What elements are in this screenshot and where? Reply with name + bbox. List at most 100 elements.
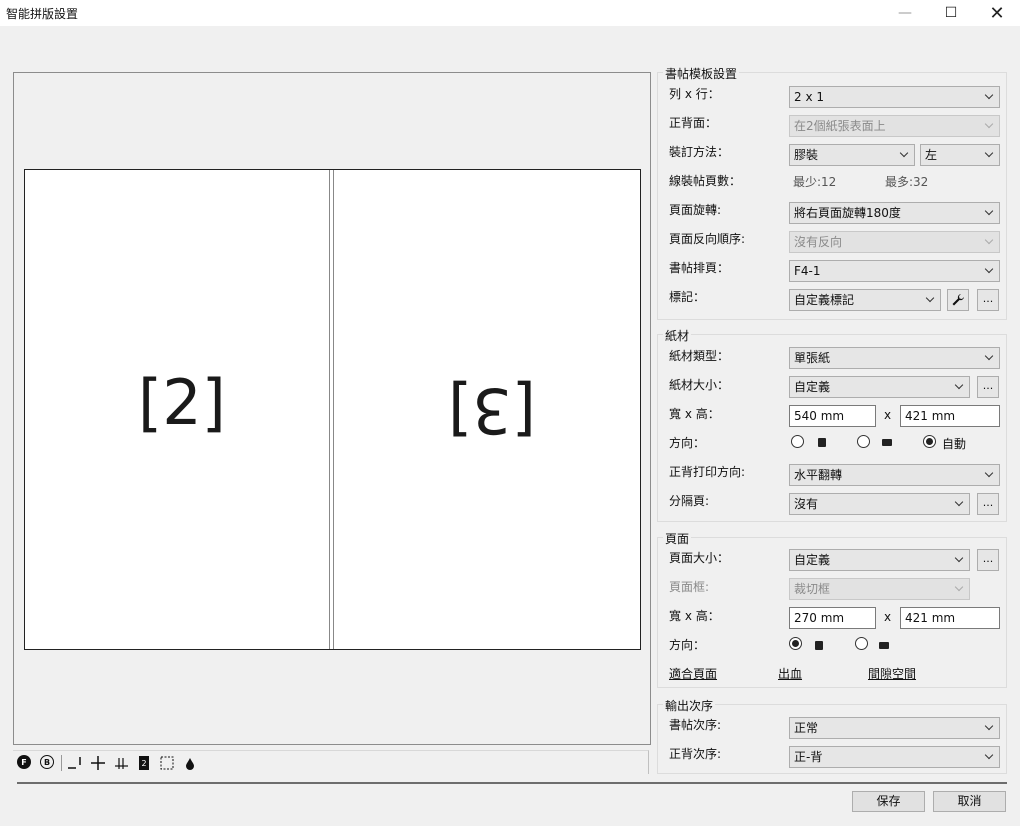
marks-more-button[interactable]: ... [977,289,999,311]
reverse-order-select: 沒有反向 [789,231,1000,253]
imposition-value: F4-1 [794,264,821,278]
front-back-order-value: 正-背 [794,750,823,764]
toolbar-divider [61,755,62,771]
page-box-label: 頁面框: [669,580,710,594]
signature-template-group-label: 書帖模板設置 [663,65,740,82]
sewn-pages-label: 線裝帖頁數： [669,174,742,188]
fold-line [329,170,334,649]
page-portrait-radio[interactable] [789,637,802,650]
signature-order-label: 書帖次序: [669,718,722,732]
separator-label: 分隔頁: [669,494,710,508]
page-box-value: 裁切框 [794,582,831,596]
window-title: 智能拼版設置 [6,7,79,21]
chevron-down-icon [983,747,995,767]
marks-select[interactable]: 自定義標記 [789,289,941,311]
paper-auto-radio[interactable] [923,435,936,448]
separator-value: 沒有 [794,497,819,511]
chevron-down-icon [983,203,995,223]
binding-side-value: 左 [925,148,938,162]
fit-page-link[interactable]: 適合頁面 [669,665,717,682]
page-landscape-radio[interactable] [855,637,868,650]
binding-method-select[interactable]: 膠裝 [789,144,915,166]
page-number-icon[interactable]: 2 [138,755,150,771]
chevron-down-icon [983,116,995,136]
chevron-down-icon [983,348,995,368]
svg-text:2: 2 [141,759,146,768]
imposition-select[interactable]: F4-1 [789,260,1000,282]
page-size-more-button[interactable]: ... [977,549,999,571]
portrait-icon [815,641,823,650]
fold-marks-icon[interactable] [114,755,130,771]
duplex-select: 在2個紙張表面上 [789,115,1000,137]
color-drop-icon[interactable] [184,755,196,771]
marks-value: 自定義標記 [794,293,855,307]
separator-select[interactable]: 沒有 [789,493,970,515]
page-box-select: 裁切框 [789,578,970,600]
preview-toolbar [13,750,649,774]
page-height-input[interactable]: 421 mm [900,607,1000,629]
gap-space-link[interactable]: 間隙空間 [868,665,916,682]
binding-method-value: 膠裝 [794,148,819,162]
paper-type-select[interactable]: 單張紙 [789,347,1000,369]
paper-width-input[interactable]: 540 mm [789,405,876,427]
separator-more-button[interactable]: ... [977,493,999,515]
bleed-link[interactable]: 出血 [778,665,802,682]
wrench-icon [952,294,964,306]
front-side-icon[interactable]: F [17,755,31,769]
paper-type-value: 單張紙 [794,351,831,365]
paper-height-input[interactable]: 421 mm [900,405,1000,427]
paper-size-select[interactable]: 自定義 [789,376,970,398]
reverse-order-label: 頁面反向順序: [669,232,746,246]
chevron-down-icon [983,87,995,107]
chevron-down-icon [898,145,910,165]
sewn-max: 最多:32 [885,175,929,189]
save-button[interactable]: 保存 [852,791,925,812]
page-width-input[interactable]: 270 mm [789,607,876,629]
signature-order-select[interactable]: 正常 [789,717,1000,739]
chevron-down-icon [983,718,995,738]
paper-orientation-label: 方向： [669,436,706,450]
right-page-number: [3] [448,374,536,447]
imposition-label: 書帖排頁： [669,261,730,275]
rows-cols-value: 2 x 1 [794,90,824,104]
close-button[interactable]: ✕ [974,0,1020,26]
chevron-down-icon [983,232,995,252]
maximize-button[interactable]: ☐ [928,0,974,26]
duplex-value: 在2個紙張表面上 [794,119,886,133]
trim-marks-icon[interactable] [66,755,84,771]
back-side-icon[interactable]: B [40,755,54,769]
bleed-box-icon[interactable] [159,755,175,771]
paper-auto-label: 自動 [942,437,967,451]
chevron-down-icon [983,261,995,281]
paper-portrait-radio[interactable] [791,435,804,448]
paper-size-more-button[interactable]: ... [977,376,999,398]
paper-type-label: 紙材類型： [669,349,730,363]
front-back-order-label: 正背次序: [669,747,722,761]
minimize-button[interactable]: — [882,0,928,26]
page-rotation-label: 頁面旋轉: [669,203,722,217]
landscape-icon [882,439,892,446]
crosshair-icon[interactable] [90,755,106,771]
chevron-down-icon [953,550,965,570]
duplex-direction-select[interactable]: 水平翻轉 [789,464,1000,486]
duplex-direction-value: 水平翻轉 [794,468,843,482]
cancel-button[interactable]: 取消 [933,791,1006,812]
rows-cols-select[interactable]: 2 x 1 [789,86,1000,108]
binding-label: 裝訂方法： [669,145,730,159]
chevron-down-icon [983,465,995,485]
landscape-icon [879,642,889,649]
paper-landscape-radio[interactable] [857,435,870,448]
reverse-order-value: 沒有反向 [794,235,843,249]
signature-order-value: 正常 [794,721,819,735]
page-orientation-label: 方向： [669,638,706,652]
marks-edit-button[interactable] [947,289,969,311]
portrait-icon [818,438,826,447]
duplex-direction-label: 正背打印方向: [669,465,746,479]
sewn-min: 最少:12 [793,175,837,189]
front-back-order-select[interactable]: 正-背 [789,746,1000,768]
page-size-select[interactable]: 自定義 [789,549,970,571]
page-rotation-select[interactable]: 將右頁面旋轉180度 [789,202,1000,224]
paper-x-label: x [884,408,892,422]
binding-side-select[interactable]: 左 [920,144,1000,166]
paper-size-label: 紙材大小： [669,378,730,392]
